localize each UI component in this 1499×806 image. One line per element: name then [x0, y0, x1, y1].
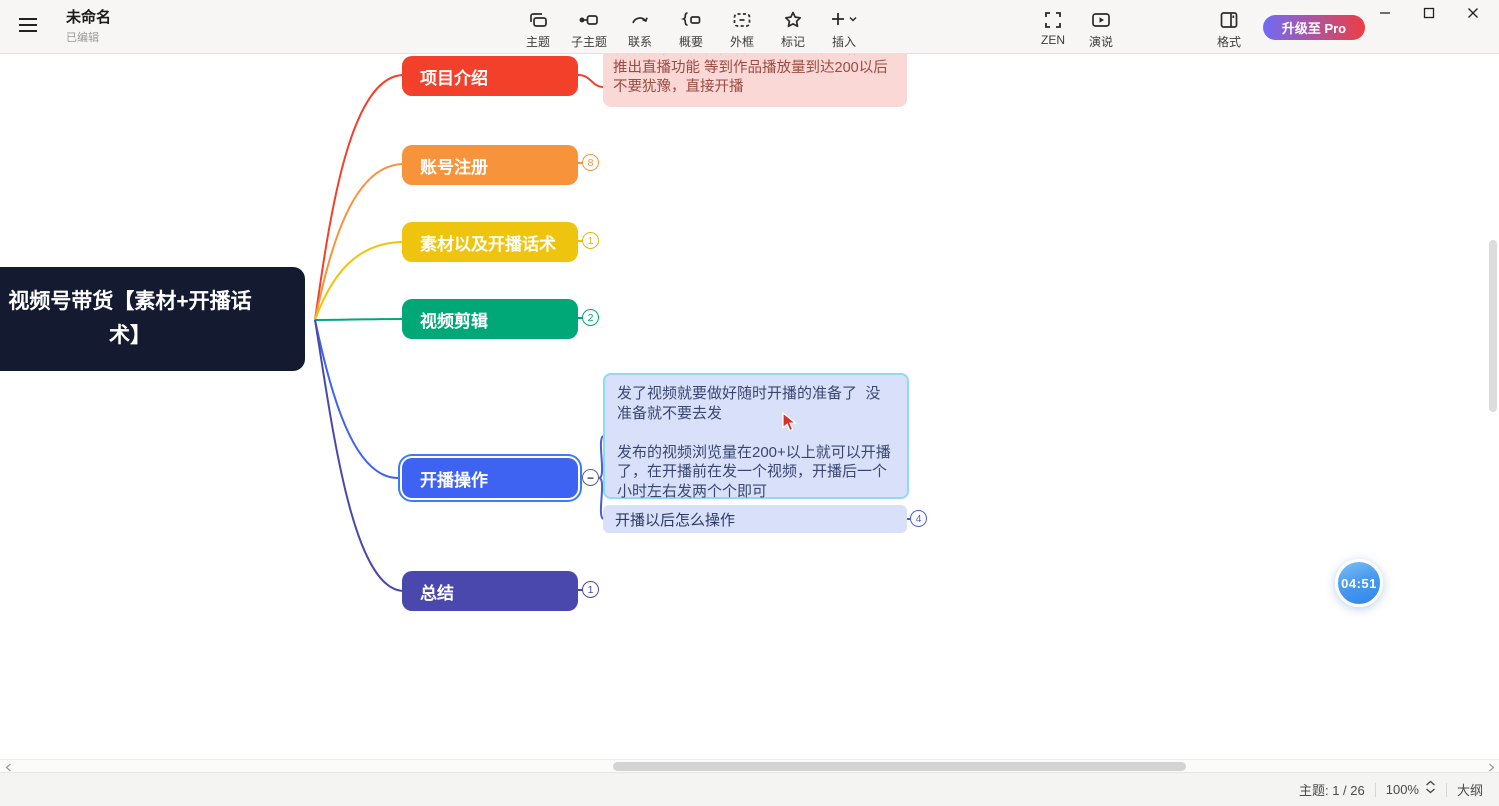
marker-icon: [781, 8, 805, 32]
document-title: 未命名: [66, 9, 111, 27]
format-panel-button[interactable]: 格式: [1208, 5, 1250, 50]
branch-label: 账号注册: [420, 153, 488, 178]
insert-button[interactable]: 插入: [823, 5, 865, 50]
collapsed-count-badge[interactable]: 8: [582, 154, 599, 171]
maximize-icon: [1423, 6, 1435, 24]
horizontal-scrollbar-thumb[interactable]: [613, 762, 1186, 771]
summary-button[interactable]: 概要: [670, 5, 712, 50]
collapsed-count-badge[interactable]: 1: [582, 581, 599, 598]
window-controls: [1363, 0, 1495, 30]
format-panel-icon: [1217, 8, 1241, 32]
relationship-label: 联系: [628, 33, 652, 50]
vertical-scrollbar[interactable]: [1489, 240, 1497, 412]
collapse-toggle-button[interactable]: −: [582, 469, 599, 486]
titlebar: 未命名 已编辑 主题 子主题 联系 概要: [0, 0, 1499, 54]
insert-icon: [828, 8, 860, 32]
minimize-button[interactable]: [1363, 0, 1407, 30]
subtopic-icon: [577, 8, 601, 32]
collapsed-count-badge[interactable]: 1: [582, 232, 599, 249]
note-broadcast-preparation[interactable]: 发了视频就要做好随时开播的准备了 没准备就不要去发 发布的视频浏览量在200+以…: [603, 373, 909, 499]
branch-label: 总结: [420, 579, 454, 604]
relationship-button[interactable]: 联系: [619, 5, 661, 50]
branch-label: 视频剪辑: [420, 307, 488, 332]
branch-label: 开播操作: [420, 466, 488, 491]
zoom-control[interactable]: 100%: [1386, 780, 1436, 799]
statusbar-divider: [1375, 783, 1376, 797]
collapsed-count-badge[interactable]: 4: [910, 510, 927, 527]
zoom-stepper-icon[interactable]: [1425, 780, 1436, 799]
boundary-icon: [730, 8, 754, 32]
branch-account-register[interactable]: 账号注册: [402, 145, 578, 185]
note-text: 发了视频就要做好随时开播的准备了 没准备就不要去发 发布的视频浏览量在200+以…: [617, 384, 895, 501]
minimize-icon: [1379, 6, 1391, 24]
mindmap-canvas[interactable]: 视频号带货【素材+开播话术】 项目介绍 账号注册 素材以及开播话术 视频剪辑 开…: [0, 54, 1499, 759]
timer-value: 04:51: [1341, 576, 1377, 591]
scroll-left-icon[interactable]: [2, 761, 14, 773]
present-icon: [1089, 8, 1113, 32]
zen-mode-label: ZEN: [1041, 33, 1065, 47]
boundary-button[interactable]: 外框: [721, 5, 763, 50]
zoom-level: 100%: [1386, 782, 1419, 797]
present-label: 演说: [1089, 33, 1113, 50]
close-button[interactable]: [1451, 0, 1495, 30]
note-project-intro[interactable]: 视频号带货 无需多言 目前风口 今天给大家推出直播功能 等到作品播放量到达200…: [603, 54, 907, 107]
root-topic-text: 视频号带货【素材+开播话术】: [0, 285, 261, 353]
branch-label: 素材以及开播话术: [420, 230, 556, 255]
branch-summary[interactable]: 总结: [402, 571, 578, 611]
branch-broadcast-operation[interactable]: 开播操作: [402, 458, 578, 498]
present-button[interactable]: 演说: [1080, 5, 1122, 50]
hamburger-menu-button[interactable]: [14, 14, 42, 40]
scroll-right-icon[interactable]: [1485, 761, 1497, 773]
note-text: 开播以后怎么操作: [615, 509, 735, 530]
format-group: 格式: [1208, 5, 1250, 50]
zen-mode-icon: [1041, 8, 1065, 32]
marker-label: 标记: [781, 33, 805, 50]
note-after-broadcast[interactable]: 开播以后怎么操作: [603, 505, 907, 533]
subtopic-label: 子主题: [571, 33, 607, 50]
statusbar-divider: [1446, 783, 1447, 797]
subtopic-button[interactable]: 子主题: [568, 5, 610, 50]
note-text: 视频号带货 无需多言 目前风口 今天给大家推出直播功能 等到作品播放量到达200…: [613, 54, 897, 97]
topic-label: 主题: [526, 33, 550, 50]
topic-icon: [526, 8, 550, 32]
boundary-label: 外框: [730, 33, 754, 50]
root-topic[interactable]: 视频号带货【素材+开播话术】: [0, 267, 305, 371]
branch-label: 项目介绍: [420, 64, 488, 89]
document-info: 未命名 已编辑: [66, 9, 111, 45]
insert-label: 插入: [832, 33, 856, 50]
format-panel-label: 格式: [1217, 33, 1241, 50]
summary-label: 概要: [679, 33, 703, 50]
outline-button[interactable]: 大纲: [1457, 780, 1483, 799]
statusbar: 主题: 1 / 26 100% 大纲: [0, 773, 1499, 806]
summary-icon: [678, 8, 704, 32]
hamburger-icon: [18, 17, 38, 38]
main-toolbar: 主题 子主题 联系 概要 外框: [517, 5, 865, 50]
relationship-icon: [628, 8, 652, 32]
marker-button[interactable]: 标记: [772, 5, 814, 50]
branch-project-intro[interactable]: 项目介绍: [402, 56, 578, 96]
maximize-button[interactable]: [1407, 0, 1451, 30]
branch-video-editing[interactable]: 视频剪辑: [402, 299, 578, 339]
zen-mode-button[interactable]: ZEN: [1032, 5, 1074, 50]
timer-bubble[interactable]: 04:51: [1335, 559, 1383, 607]
topic-count: 主题: 1 / 26: [1299, 780, 1365, 799]
document-status: 已编辑: [66, 29, 111, 45]
topic-button[interactable]: 主题: [517, 5, 559, 50]
horizontal-scrollbar-track[interactable]: [0, 759, 1499, 773]
branch-material-script[interactable]: 素材以及开播话术: [402, 222, 578, 262]
close-icon: [1467, 6, 1479, 24]
collapsed-count-badge[interactable]: 2: [582, 309, 599, 326]
upgrade-pro-button[interactable]: 升级至 Pro: [1263, 15, 1365, 40]
toolbar-right-group: ZEN 演说: [1032, 5, 1122, 50]
